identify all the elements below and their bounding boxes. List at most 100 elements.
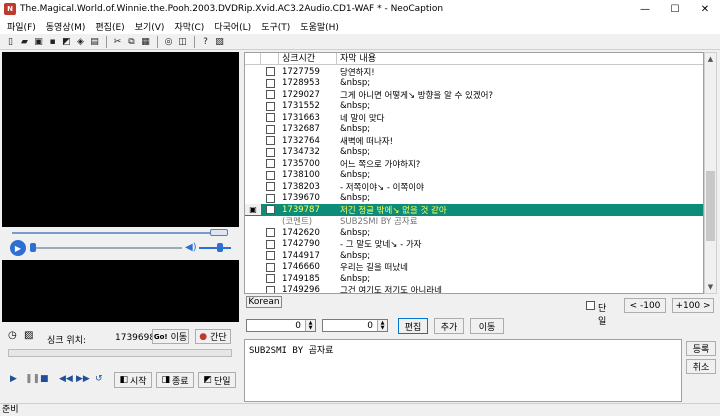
menu-video[interactable]: 동영상(M): [41, 20, 91, 33]
sync-icon[interactable]: ◈: [74, 35, 87, 48]
table-row[interactable]: 1739670 &nbsp;: [245, 193, 703, 205]
row-checkbox[interactable]: [261, 239, 279, 250]
subtitle-editor[interactable]: SUB2SMI BY 곰자료: [244, 339, 682, 402]
table-row[interactable]: 1731552 &nbsp;: [245, 101, 703, 113]
row-checkbox[interactable]: [261, 135, 279, 146]
row-checkbox[interactable]: [261, 78, 279, 89]
row-checkbox[interactable]: [261, 227, 279, 238]
table-row[interactable]: 1734732 &nbsp;: [245, 147, 703, 159]
row-checkbox[interactable]: [261, 273, 279, 284]
video-preview[interactable]: [2, 52, 239, 227]
row-checkbox[interactable]: [261, 181, 279, 192]
volume-thumb[interactable]: [217, 243, 223, 252]
table-row[interactable]: 1731663 네 말이 맞다: [245, 112, 703, 124]
menu-help[interactable]: 도움말(H): [295, 20, 344, 33]
menu-tools[interactable]: 도구(T): [256, 20, 295, 33]
position-thumb[interactable]: [30, 243, 36, 252]
grid-scrollbar[interactable]: ▲ ▼: [704, 52, 717, 294]
copy-icon[interactable]: ⧉: [125, 35, 138, 48]
play-icon[interactable]: ▶: [10, 240, 26, 256]
row-checkbox[interactable]: [261, 216, 279, 227]
sync-move-button[interactable]: Go! 이동: [152, 329, 189, 344]
tab-korean[interactable]: Korean: [246, 296, 282, 308]
minus-100-button[interactable]: < -100: [624, 298, 666, 313]
table-row[interactable]: 1735700 어느 쪽으로 가야하지?: [245, 158, 703, 170]
menu-edit[interactable]: 편집(E): [90, 20, 129, 33]
maximize-button[interactable]: ☐: [660, 0, 690, 18]
save-icon[interactable]: ▪: [46, 35, 59, 48]
pause-icon[interactable]: ❚❚: [25, 374, 40, 384]
row-checkbox[interactable]: [261, 147, 279, 158]
table-row[interactable]: ▣ 1739787 저긴 정글 밖에↘ 없을 것 같아: [245, 204, 703, 216]
menu-view[interactable]: 보기(V): [130, 20, 170, 33]
table-row[interactable]: 1749296 그건 여기도 저기도 아니라네: [245, 285, 703, 293]
row-checkbox[interactable]: [261, 112, 279, 123]
row-checkbox[interactable]: [261, 204, 279, 215]
row-checkbox[interactable]: [261, 124, 279, 135]
table-row[interactable]: 1749185 &nbsp;: [245, 273, 703, 285]
row-checkbox[interactable]: [261, 193, 279, 204]
subtitle-grid[interactable]: 싱크시간 자막 내용 1727759 당연하지! 1728953 &nbsp; 1729…: [244, 52, 704, 294]
rewind-icon[interactable]: ◀◀: [59, 374, 73, 384]
settings-icon[interactable]: ▧: [213, 35, 226, 48]
new-file-icon[interactable]: ▯: [4, 35, 17, 48]
start-button[interactable]: ◧ 시작: [114, 372, 152, 388]
header-time[interactable]: 싱크시간: [279, 53, 337, 65]
seek-bar[interactable]: [2, 228, 239, 238]
minimize-button[interactable]: —: [630, 0, 660, 18]
row-checkbox[interactable]: [261, 262, 279, 273]
table-row[interactable]: 1727759 당연하지!: [245, 66, 703, 78]
table-row[interactable]: 1729027 그게 아니면 어떻게↘ 방향을 알 수 있겠어?: [245, 89, 703, 101]
table-row[interactable]: 1742790 - 그 말도 맞네↘ - 가자: [245, 239, 703, 250]
table-row[interactable]: 1732764 새벽에 떠나자!: [245, 135, 703, 147]
cut-icon[interactable]: ✂: [111, 35, 124, 48]
seek-thumb[interactable]: [210, 229, 228, 236]
table-row[interactable]: 1732687 &nbsp;: [245, 124, 703, 136]
single-checkbox[interactable]: [586, 301, 595, 310]
volume-icon[interactable]: ◀): [185, 242, 197, 253]
plus-100-button[interactable]: +100 >: [672, 298, 714, 313]
table-row[interactable]: 1742620 &nbsp;: [245, 227, 703, 239]
table-row[interactable]: 1744917 &nbsp;: [245, 250, 703, 262]
stop-icon[interactable]: ■: [40, 374, 49, 384]
menu-language[interactable]: 다국어(L): [209, 20, 256, 33]
table-row[interactable]: 1728953 &nbsp;: [245, 78, 703, 90]
header-text[interactable]: 자막 내용: [337, 53, 703, 65]
open-folder-icon[interactable]: ▰: [18, 35, 31, 48]
row-checkbox[interactable]: [261, 66, 279, 77]
play-small-icon[interactable]: ▶: [10, 374, 17, 384]
paste-icon[interactable]: ▦: [139, 35, 152, 48]
add-button[interactable]: 추가: [434, 318, 464, 334]
edit-button[interactable]: 편집: [398, 318, 428, 334]
spin-down-icon[interactable]: ▼: [305, 325, 315, 331]
cancel-button[interactable]: 취소: [686, 359, 716, 374]
row-checkbox[interactable]: [261, 285, 279, 293]
find-icon[interactable]: ◎: [162, 35, 175, 48]
close-button[interactable]: ✕: [690, 0, 720, 18]
table-row[interactable]: 1738203 - 저쪽이야↘ - 이쪽이야: [245, 181, 703, 193]
end-button[interactable]: ◨ 종료: [156, 372, 194, 388]
offset-spinner-1[interactable]: 0 ▲ ▼: [246, 319, 316, 332]
row-checkbox[interactable]: [261, 250, 279, 261]
forward-icon[interactable]: ▶▶: [76, 374, 90, 384]
replace-icon[interactable]: ◫: [176, 35, 189, 48]
loop-icon[interactable]: ↺: [95, 374, 103, 384]
sync-interval-button[interactable]: ● 간단: [195, 329, 231, 344]
open-video-icon[interactable]: ▣: [32, 35, 45, 48]
menu-file[interactable]: 파일(F): [2, 20, 41, 33]
spin-down-icon[interactable]: ▼: [377, 325, 387, 331]
row-checkbox[interactable]: [261, 101, 279, 112]
volume-track[interactable]: [199, 247, 231, 249]
menu-caption[interactable]: 자막(C): [169, 20, 209, 33]
help-icon[interactable]: ?: [199, 35, 212, 48]
scroll-up-icon[interactable]: ▲: [705, 53, 716, 65]
single-button[interactable]: ◩ 단일: [198, 372, 236, 388]
scroll-down-icon[interactable]: ▼: [705, 281, 716, 293]
row-checkbox[interactable]: [261, 170, 279, 181]
move-button[interactable]: 이동: [470, 318, 504, 334]
offset-spinner-2[interactable]: 0 ▲ ▼: [322, 319, 388, 332]
table-row[interactable]: 1746660 우리는 길을 떠났네: [245, 262, 703, 273]
row-checkbox[interactable]: [261, 89, 279, 100]
table-row[interactable]: (코멘트) SUB2SMI BY 곰자료: [245, 216, 703, 227]
row-checkbox[interactable]: [261, 158, 279, 169]
